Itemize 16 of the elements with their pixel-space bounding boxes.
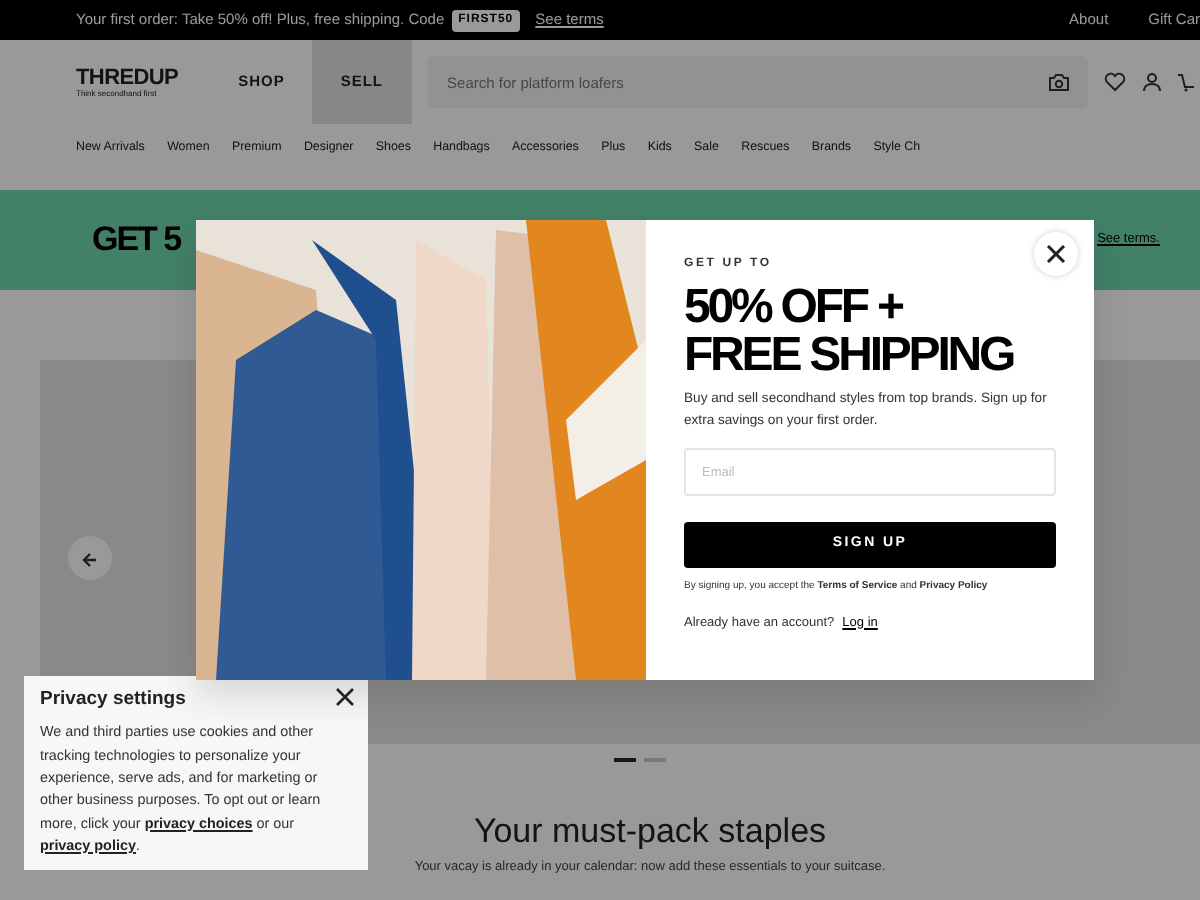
close-button[interactable] xyxy=(334,686,356,708)
cart-icon[interactable] xyxy=(1177,72,1194,92)
close-button[interactable] xyxy=(1034,232,1078,276)
close-icon xyxy=(334,686,356,708)
user-icon[interactable] xyxy=(1141,72,1162,92)
headline: 50% OFF + xyxy=(684,284,905,332)
close-icon xyxy=(1046,244,1066,264)
headline: FREE SHIPPING xyxy=(684,332,1016,380)
arrow-icon xyxy=(80,549,100,570)
banner-headline: GET 5 xyxy=(92,218,181,263)
logo[interactable]: THREDUP xyxy=(76,67,179,89)
camera-icon[interactable] xyxy=(1047,72,1070,92)
privacy-title: Privacy settings xyxy=(40,688,186,711)
previous-button[interactable] xyxy=(68,536,112,580)
heart-icon[interactable] xyxy=(1103,72,1126,92)
section-title: Your must-pack staples xyxy=(473,810,827,854)
